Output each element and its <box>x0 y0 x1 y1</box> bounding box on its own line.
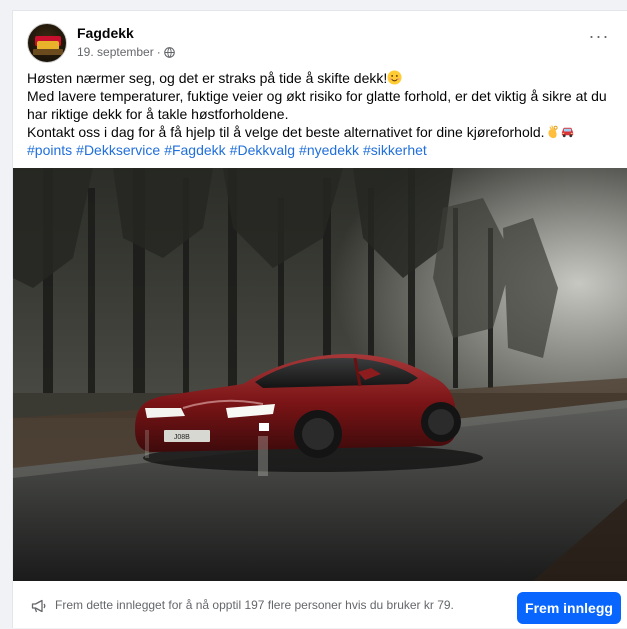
post-line-1: Høsten nærmer seg, og det er straks på t… <box>27 69 619 87</box>
post-line-3-text: Kontakt oss i dag for å få hjelp til å v… <box>27 124 545 140</box>
car-emoji-icon <box>561 127 573 138</box>
hashtag-dekkservice[interactable]: #Dekkservice <box>76 142 160 158</box>
avatar[interactable] <box>27 23 67 63</box>
ok-hand-emoji-icon <box>548 125 558 139</box>
promo-bar: Frem dette innlegget for å nå opptil 197… <box>13 583 627 629</box>
post-line-3: Kontakt oss i dag for å få hjelp til å v… <box>27 123 619 141</box>
post-card: Fagdekk 19. september · ··· Høsten nærme… <box>12 10 627 628</box>
post-line-1-text: Høsten nærmer seg, og det er straks på t… <box>27 70 388 86</box>
post-text: Høsten nærmer seg, og det er straks på t… <box>27 69 619 159</box>
car-on-road-image: J08B <box>13 168 627 581</box>
post-photo[interactable]: J08B <box>13 168 627 581</box>
post-date[interactable]: 19. september <box>77 45 154 59</box>
hashtag-points[interactable]: #points <box>27 142 72 158</box>
hashtag-dekkvalg[interactable]: #Dekkvalg <box>230 142 295 158</box>
page-name[interactable]: Fagdekk <box>77 25 134 41</box>
license-plate-text: J08B <box>170 434 190 441</box>
megaphone-icon <box>31 599 46 613</box>
more-options-button[interactable]: ··· <box>585 27 613 49</box>
hashtags: #points #Dekkservice #Fagdekk #Dekkvalg #nye… <box>27 141 619 159</box>
post-line-2: Med lavere temperaturer, fuktige veier o… <box>27 88 607 122</box>
hashtag-sikkerhet[interactable]: #sikkerhet <box>363 142 427 158</box>
smiling-face-emoji-icon <box>387 70 402 85</box>
boost-post-button[interactable]: Frem innlegg <box>517 592 621 624</box>
avatar-logo-base <box>33 49 63 55</box>
post-meta: 19. september · <box>77 45 175 59</box>
hashtag-fagdekk[interactable]: #Fagdekk <box>164 142 225 158</box>
hashtag-nyedekk[interactable]: #nyedekk <box>299 142 359 158</box>
meta-separator: · <box>156 45 161 59</box>
post-header: Fagdekk 19. september · ··· <box>27 23 613 67</box>
promo-text: Frem dette innlegget for å nå opptil 197… <box>55 598 454 612</box>
globe-icon[interactable] <box>163 46 175 58</box>
